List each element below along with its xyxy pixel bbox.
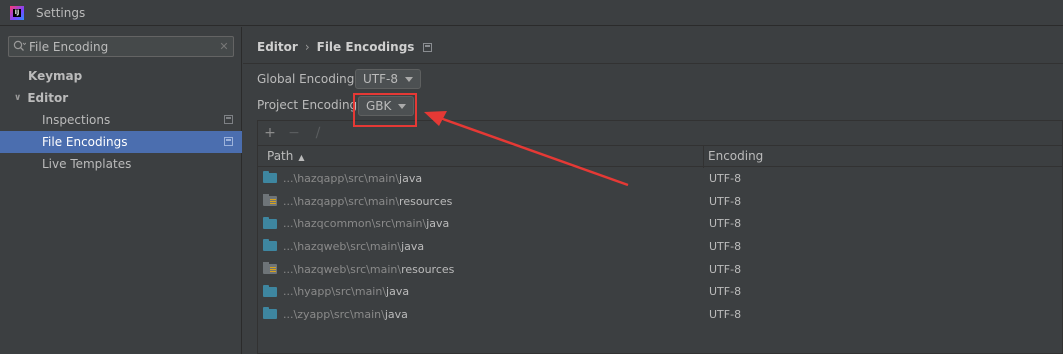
resources-folder-icon [263,194,277,207]
clear-search-icon[interactable]: ✕ [215,40,233,53]
table-row[interactable]: ...\hazqapp\src\main\ resources UTF-8 [258,190,1062,213]
path-cell: ...\hyapp\src\main\ java [263,284,409,298]
path-cell: ...\hazqapp\src\main\ java [263,171,422,185]
settings-tree: Keymap ∨ Editor Inspections File Encodin… [0,65,242,175]
sidebar-item-editor[interactable]: ∨ Editor [0,87,242,109]
src-folder-icon [263,171,277,184]
src-folder-icon [263,307,277,320]
resources-folder-icon [263,262,277,275]
path-cell: ...\hazqcommon\src\main\ java [263,216,449,230]
src-folder-icon [263,216,277,229]
settings-search-box[interactable]: ✕ [8,36,234,57]
title-bar: IJ Settings [0,0,1063,26]
sidebar-item-inspections[interactable]: Inspections [0,109,242,131]
table-body: ...\hazqapp\src\main\ java UTF-8 ...\hazq… [258,167,1062,326]
sidebar-item-label: Live Templates [42,157,132,171]
dropdown-arrow-icon [404,76,413,82]
breadcrumb: Editor › File Encodings [257,40,433,54]
table-row[interactable]: ...\hazqapp\src\main\ java UTF-8 [258,167,1062,190]
encoding-cell[interactable]: UTF-8 [709,195,741,208]
src-folder-icon [263,239,277,252]
breadcrumb-parent[interactable]: Editor [257,40,298,54]
sidebar-item-keymap[interactable]: Keymap [0,65,242,87]
path-column-header[interactable]: Path ▲ [267,149,305,163]
remove-path-button[interactable]: − [288,125,300,141]
project-encoding-label: Project Encoding: [257,98,362,112]
sidebar-item-label: Editor [27,91,69,105]
table-row[interactable]: ...\zyapp\src\main\ java UTF-8 [258,303,1062,326]
project-scope-icon [224,115,233,124]
column-separator[interactable] [703,146,704,168]
table-row[interactable]: ...\hyapp\src\main\ java UTF-8 [258,280,1062,303]
sidebar-item-label: Keymap [28,69,83,83]
path-cell: ...\hazqweb\src\main\ java [263,239,424,253]
edit-pencil-icon[interactable]: ∕ [312,125,324,141]
expand-chevron-icon[interactable]: ∨ [14,93,21,103]
sidebar-item-label: Inspections [42,113,111,127]
table-header: Path ▲ Encoding [258,145,1062,168]
annotation-highlight-box [353,93,417,127]
search-input[interactable] [29,37,215,56]
breadcrumb-separator-icon: › [304,40,310,54]
global-encoding-dropdown[interactable]: UTF-8 [355,69,421,89]
encoding-cell[interactable]: UTF-8 [709,240,741,253]
global-encoding-label: Global Encoding: [257,72,359,86]
settings-content: Editor › File Encodings Global Encoding:… [243,27,1063,354]
table-row[interactable]: ...\hazqcommon\src\main\ java UTF-8 [258,212,1062,235]
sort-ascending-icon: ▲ [298,153,305,162]
src-folder-icon [263,284,277,297]
path-encoding-table: + − ∕ Path ▲ Encoding ...\hazqapp\src\mai… [257,120,1063,354]
encoding-cell[interactable]: UTF-8 [709,285,741,298]
table-row[interactable]: ...\hazqweb\src\main\ java UTF-8 [258,235,1062,258]
path-cell: ...\hazqweb\src\main\ resources [263,262,454,276]
intellij-logo-icon: IJ [10,5,24,20]
sidebar-item-file-encodings[interactable]: File Encodings [0,131,242,153]
project-scope-icon [224,137,233,146]
search-icon [9,37,29,56]
table-row[interactable]: ...\hazqweb\src\main\ resources UTF-8 [258,258,1062,281]
window-title: Settings [36,5,86,20]
settings-sidebar: ✕ Keymap ∨ Editor Inspections File Encod… [0,27,242,354]
encoding-cell[interactable]: UTF-8 [709,263,741,276]
encoding-cell[interactable]: UTF-8 [709,217,741,230]
divider [243,63,1063,64]
project-scope-icon [423,42,433,52]
encoding-cell[interactable]: UTF-8 [709,308,741,321]
breadcrumb-current: File Encodings [316,40,415,54]
sidebar-item-live-templates[interactable]: Live Templates [0,153,242,175]
path-cell: ...\zyapp\src\main\ java [263,307,408,321]
path-cell: ...\hazqapp\src\main\ resources [263,194,452,208]
global-encoding-value: UTF-8 [363,72,398,86]
encoding-cell[interactable]: UTF-8 [709,172,741,185]
encoding-column-header[interactable]: Encoding [708,149,763,163]
add-path-button[interactable]: + [264,125,276,141]
sidebar-item-label: File Encodings [42,135,128,149]
